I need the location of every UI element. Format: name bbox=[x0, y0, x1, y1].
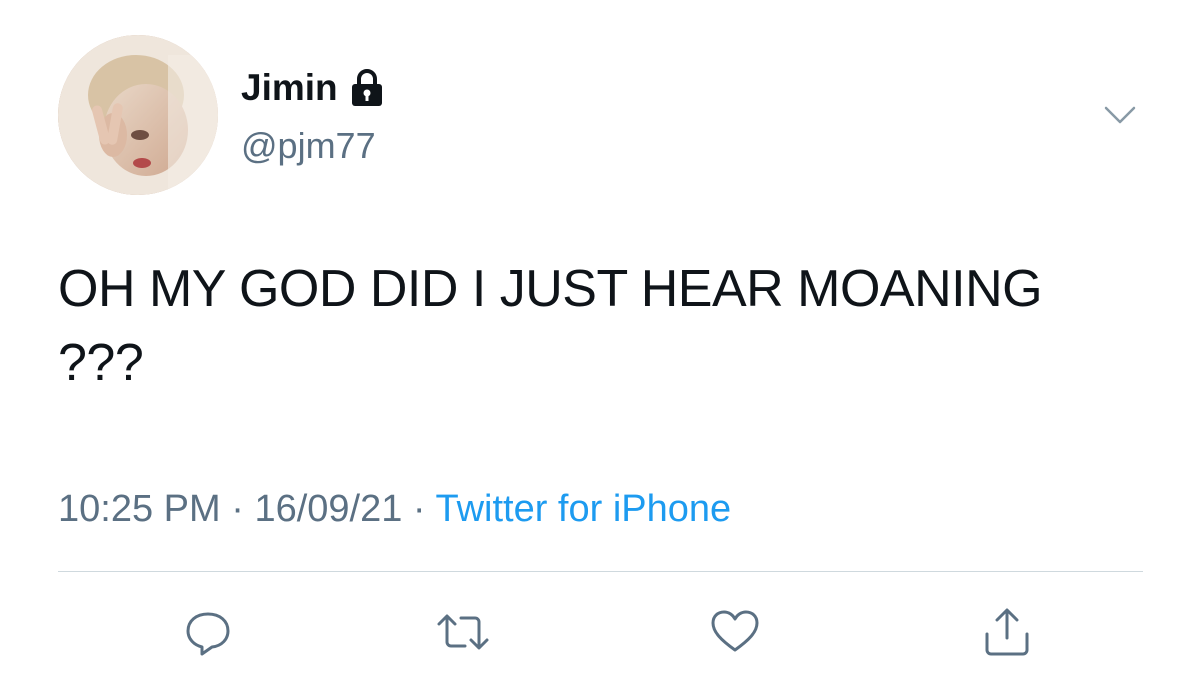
retweet-button[interactable] bbox=[435, 604, 491, 660]
reply-icon bbox=[186, 612, 230, 656]
avatar-photo bbox=[58, 35, 218, 195]
tweet-time[interactable]: 10:25 PM bbox=[58, 488, 221, 530]
reply-button[interactable] bbox=[180, 604, 236, 660]
like-button[interactable] bbox=[707, 604, 763, 660]
meta-separator: · bbox=[412, 488, 426, 530]
heart-icon bbox=[711, 610, 759, 652]
tweet-text: OH MY GOD DID I JUST HEAR MOANING ??? bbox=[58, 260, 1043, 392]
tweet-meta: 10:25 PM · 16/09/21 · Twitter for iPhone bbox=[58, 485, 731, 533]
display-name-row[interactable]: Jimin bbox=[241, 66, 384, 110]
meta-separator: · bbox=[231, 488, 244, 530]
display-name: Jimin bbox=[241, 67, 338, 108]
retweet-icon bbox=[437, 614, 489, 650]
avatar[interactable] bbox=[58, 35, 218, 195]
tweet-source-link[interactable]: Twitter for iPhone bbox=[435, 488, 731, 530]
chevron-down-icon[interactable] bbox=[1100, 98, 1140, 134]
lock-icon bbox=[350, 69, 384, 107]
share-icon bbox=[985, 608, 1029, 656]
share-button[interactable] bbox=[979, 604, 1035, 660]
user-handle[interactable]: @pjm77 bbox=[241, 124, 376, 168]
divider bbox=[58, 571, 1143, 572]
tweet-date[interactable]: 16/09/21 bbox=[254, 488, 402, 530]
